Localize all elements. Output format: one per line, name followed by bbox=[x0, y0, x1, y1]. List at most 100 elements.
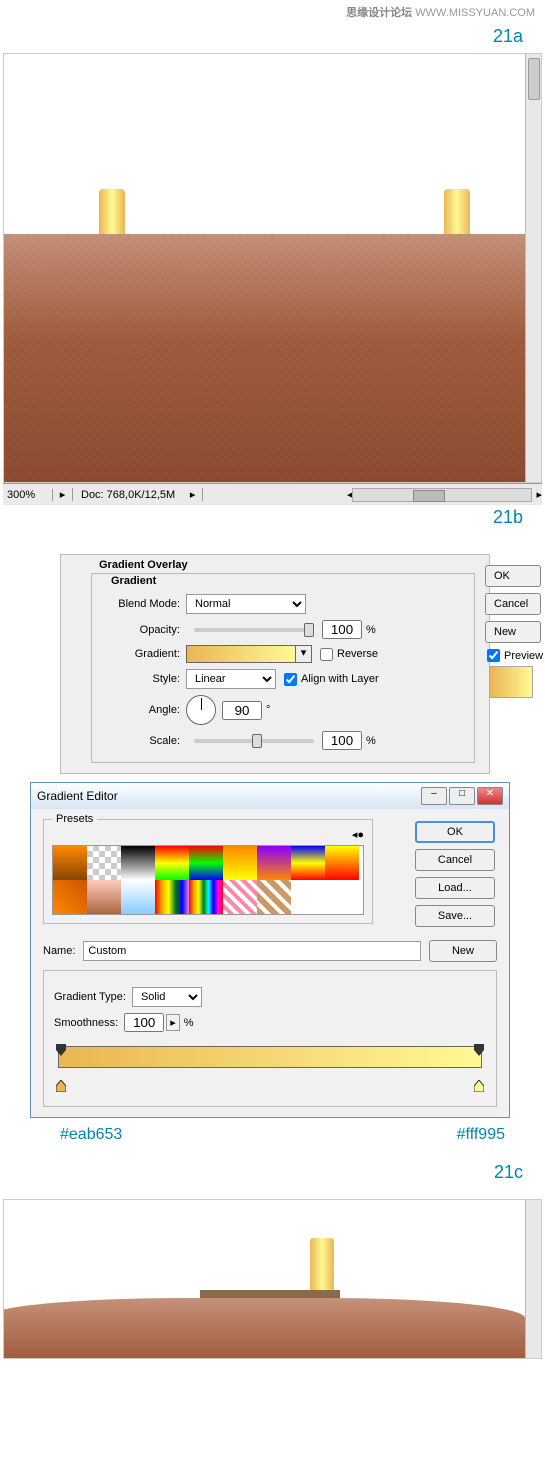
canvas-21c[interactable] bbox=[3, 1199, 542, 1359]
hscroll-right-icon[interactable]: ▸ bbox=[536, 488, 542, 501]
opacity-slider[interactable] bbox=[194, 628, 314, 632]
vertical-scrollbar-21c[interactable] bbox=[525, 1200, 541, 1358]
presets-menu-icon[interactable]: ◂● bbox=[352, 829, 364, 841]
gradient-overlay-title: Gradient Overlay bbox=[95, 559, 192, 571]
close-icon[interactable]: ✕ bbox=[477, 787, 503, 805]
scale-slider[interactable] bbox=[194, 739, 314, 743]
preview-swatch bbox=[489, 666, 533, 698]
leather-texture bbox=[4, 234, 525, 483]
presets-box: Presets ◂● bbox=[43, 819, 373, 924]
ge-load-button[interactable]: Load... bbox=[415, 877, 495, 899]
preset-swatch[interactable] bbox=[291, 846, 325, 880]
step-label-21c: 21c bbox=[0, 1160, 545, 1189]
preset-swatch[interactable] bbox=[257, 880, 291, 914]
preset-swatch[interactable] bbox=[121, 846, 155, 880]
zoom-arrow-icon[interactable]: ▸ bbox=[53, 488, 73, 501]
reverse-checkbox[interactable]: Reverse bbox=[320, 648, 378, 661]
style-label: Style: bbox=[104, 673, 186, 685]
gold-tab-left bbox=[99, 189, 125, 239]
doc-info: Doc: 768,0K/12,5M bbox=[73, 489, 183, 501]
cancel-button[interactable]: Cancel bbox=[485, 593, 541, 615]
leather-curve bbox=[3, 1298, 525, 1358]
preset-swatch[interactable] bbox=[53, 880, 87, 914]
layer-style-dialog: OK Cancel New Style... Preview Gradient … bbox=[60, 554, 490, 774]
align-checkbox[interactable]: Align with Layer bbox=[284, 673, 379, 686]
preview-checkbox[interactable]: Preview bbox=[487, 649, 541, 662]
ok-button[interactable]: OK bbox=[485, 565, 541, 587]
smoothness-input[interactable] bbox=[124, 1013, 164, 1032]
new-button[interactable]: New bbox=[429, 940, 497, 962]
color-stop-left[interactable] bbox=[56, 1080, 66, 1092]
gradient-editor-title: Gradient Editor bbox=[37, 789, 419, 803]
opacity-stop-right[interactable] bbox=[474, 1044, 484, 1056]
new-style-button[interactable]: New Style... bbox=[485, 621, 541, 643]
color-right-label: #fff995 bbox=[457, 1126, 505, 1144]
name-input[interactable] bbox=[83, 941, 421, 961]
doc-arrow-icon[interactable]: ▸ bbox=[183, 488, 203, 501]
step-label-21a: 21a bbox=[0, 24, 545, 53]
preset-swatch[interactable] bbox=[189, 880, 223, 914]
color-stop-right[interactable] bbox=[474, 1080, 484, 1092]
blend-mode-select[interactable]: Normal bbox=[186, 594, 306, 614]
gradient-swatch[interactable] bbox=[186, 645, 296, 663]
angle-degree: ° bbox=[266, 704, 270, 716]
smoothness-dropdown-icon[interactable]: ▸ bbox=[166, 1014, 180, 1031]
gradient-editor-window: Gradient Editor – □ ✕ OK Cancel Load... … bbox=[30, 782, 510, 1118]
color-annotations: #eab653 #fff995 bbox=[0, 1118, 545, 1160]
vertical-scrollbar[interactable] bbox=[525, 54, 541, 482]
gradient-preview-bar[interactable] bbox=[58, 1046, 482, 1068]
site-name-cn: 思缘设计论坛 bbox=[346, 7, 412, 19]
angle-label: Angle: bbox=[104, 704, 186, 716]
name-label: Name: bbox=[43, 945, 75, 957]
blend-mode-label: Blend Mode: bbox=[104, 598, 186, 610]
preset-swatch[interactable] bbox=[223, 880, 257, 914]
gradient-editor-titlebar[interactable]: Gradient Editor – □ ✕ bbox=[31, 783, 509, 809]
preset-swatch[interactable] bbox=[155, 880, 189, 914]
horizontal-scrollbar[interactable] bbox=[352, 488, 532, 502]
opacity-stop-left[interactable] bbox=[56, 1044, 66, 1056]
preset-swatch[interactable] bbox=[87, 880, 121, 914]
angle-input[interactable] bbox=[222, 701, 262, 720]
preset-swatch[interactable] bbox=[121, 880, 155, 914]
step-label-21b: 21b bbox=[0, 505, 545, 534]
opacity-input[interactable] bbox=[322, 620, 362, 639]
opacity-percent: % bbox=[366, 624, 376, 636]
gradient-type-label: Gradient Type: bbox=[54, 991, 126, 1003]
ge-ok-button[interactable]: OK bbox=[415, 821, 495, 843]
preset-swatch[interactable] bbox=[325, 846, 359, 880]
status-bar: 300% ▸ Doc: 768,0K/12,5M ▸ ◂ ▸ bbox=[3, 483, 542, 505]
scale-input[interactable] bbox=[322, 731, 362, 750]
preset-swatch[interactable] bbox=[257, 846, 291, 880]
gradient-label: Gradient: bbox=[104, 648, 186, 660]
watermark-header: 思缘设计论坛 WWW.MISSYUAN.COM bbox=[0, 0, 545, 24]
scale-percent: % bbox=[366, 735, 376, 747]
site-name-en: WWW.MISSYUAN.COM bbox=[415, 7, 535, 19]
maximize-icon[interactable]: □ bbox=[449, 787, 475, 805]
gradient-type-select[interactable]: Solid bbox=[132, 987, 202, 1007]
ge-save-button[interactable]: Save... bbox=[415, 905, 495, 927]
zoom-level[interactable]: 300% bbox=[3, 489, 53, 501]
presets-label: Presets bbox=[52, 813, 97, 825]
gradient-type-box: Gradient Type: Solid Smoothness: ▸ % bbox=[43, 970, 497, 1107]
style-select[interactable]: Linear bbox=[186, 669, 276, 689]
gradient-section-label: Gradient bbox=[107, 575, 160, 587]
color-left-label: #eab653 bbox=[60, 1126, 122, 1144]
gold-tab-right bbox=[444, 189, 470, 239]
preset-swatch[interactable] bbox=[155, 846, 189, 880]
preset-swatch[interactable] bbox=[189, 846, 223, 880]
ge-button-column: OK Cancel Load... Save... bbox=[415, 821, 495, 933]
dialog-right-buttons: OK Cancel New Style... Preview bbox=[485, 565, 541, 698]
smoothness-percent: % bbox=[184, 1017, 194, 1029]
preset-swatch[interactable] bbox=[87, 846, 121, 880]
gradient-dropdown-icon[interactable]: ▾ bbox=[296, 645, 312, 663]
opacity-label: Opacity: bbox=[104, 624, 186, 636]
ge-cancel-button[interactable]: Cancel bbox=[415, 849, 495, 871]
preset-swatch[interactable] bbox=[223, 846, 257, 880]
preset-swatch[interactable] bbox=[53, 846, 87, 880]
angle-dial[interactable] bbox=[186, 695, 216, 725]
gradient-bar[interactable] bbox=[54, 1046, 486, 1090]
presets-grid[interactable] bbox=[52, 845, 364, 915]
minimize-icon[interactable]: – bbox=[421, 787, 447, 805]
canvas-21a[interactable] bbox=[3, 53, 542, 483]
scale-label: Scale: bbox=[104, 735, 186, 747]
